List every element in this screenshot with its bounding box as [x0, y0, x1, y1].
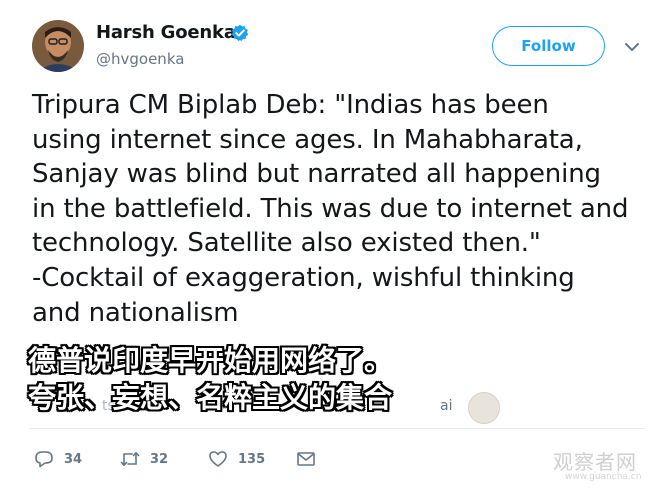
chevron-down-icon[interactable] [624, 38, 640, 51]
divider [30, 428, 645, 429]
reply-count: 34 [64, 451, 83, 467]
heart-icon [209, 451, 227, 467]
like-count: 135 [238, 451, 266, 467]
avatar[interactable] [32, 20, 84, 72]
retweet-button[interactable]: 32 [120, 449, 168, 469]
follow-button[interactable]: Follow [492, 26, 605, 66]
display-name[interactable]: Harsh Goenka [96, 22, 236, 43]
like-button[interactable]: 135 [208, 449, 265, 469]
watermark: 观察者网 [553, 450, 637, 474]
reply-button[interactable]: 34 [34, 449, 82, 469]
reply-icon [35, 451, 53, 468]
verified-badge-icon [231, 24, 249, 42]
envelope-icon [297, 452, 315, 466]
retweet-icon [120, 452, 140, 466]
direct-message-button[interactable] [296, 449, 326, 469]
retweet-count: 32 [150, 451, 169, 467]
caption-line-2: 夸张、妄想、名粹主义的集合 [28, 381, 393, 414]
caption-line-1: 德普说印度早开始用网络了。 [28, 344, 393, 377]
user-handle[interactable]: @hvgoenka [96, 50, 184, 68]
tweet-text: Tripura CM Biplab Deb: "Indias has been … [32, 90, 629, 328]
watermark-url: www.guancha.cn [565, 472, 642, 482]
